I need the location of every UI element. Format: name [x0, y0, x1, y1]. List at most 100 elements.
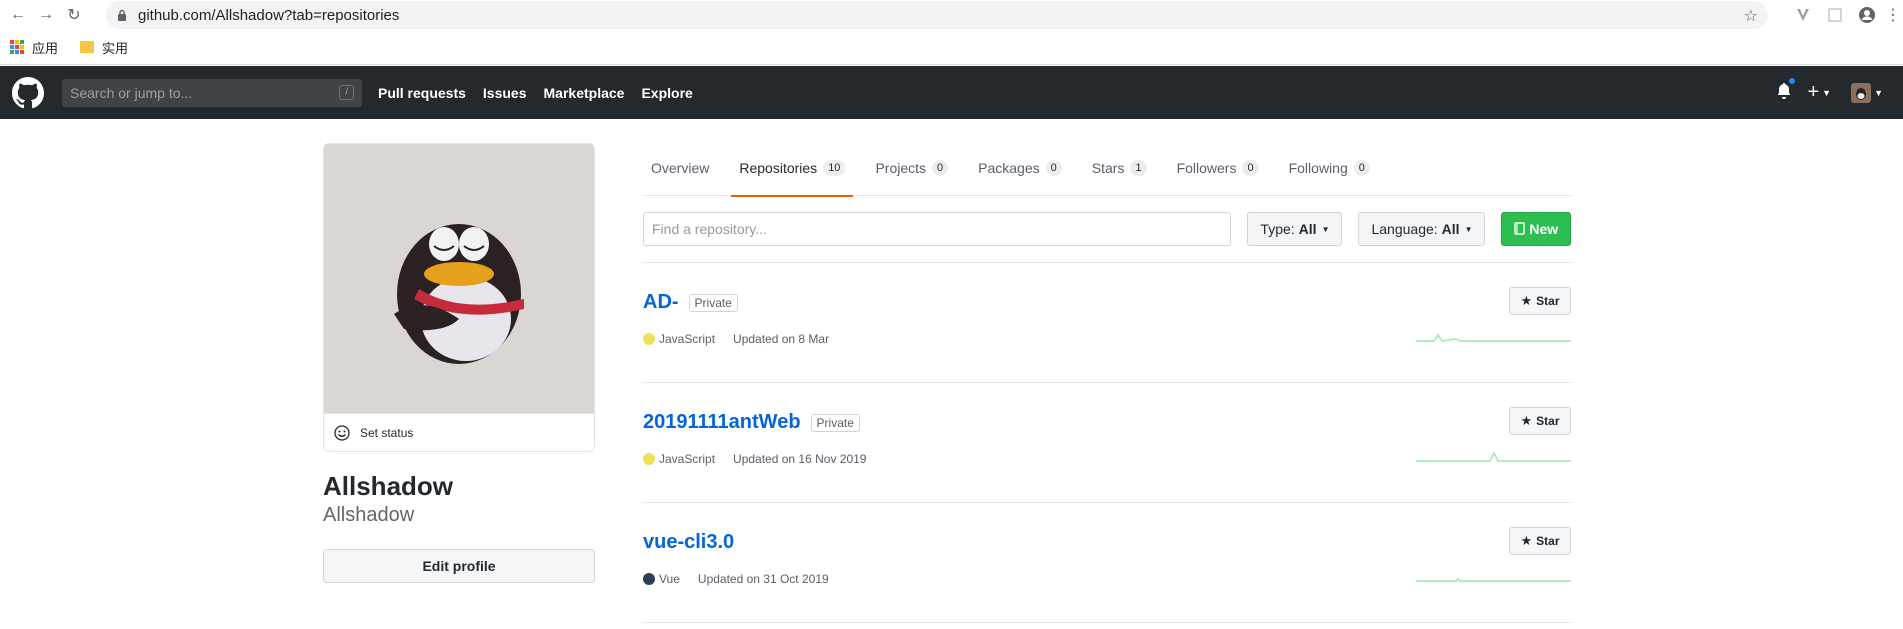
chevron-down-icon: ▼ — [1321, 224, 1330, 234]
folder-icon — [80, 41, 95, 53]
language-filter-select[interactable]: Language: All ▼ — [1358, 212, 1486, 246]
tab-stars[interactable]: Stars 1 — [1092, 143, 1147, 195]
star-icon: ★ — [1520, 533, 1533, 548]
user-menu[interactable]: ▼ — [1851, 82, 1883, 103]
activity-sparkline — [1416, 451, 1571, 462]
tab-counter: 10 — [823, 160, 846, 176]
tab-counter: 0 — [1242, 160, 1259, 176]
tab-label: Packages — [978, 160, 1040, 176]
github-search-input[interactable]: Search or jump to... / — [62, 78, 362, 107]
star-button[interactable]: ★ Star — [1509, 287, 1571, 315]
nav-explore[interactable]: Explore — [641, 85, 692, 101]
new-button-label: New — [1529, 221, 1559, 237]
language-color-dot — [643, 573, 655, 585]
tab-label: Followers — [1176, 160, 1237, 176]
tab-label: Overview — [651, 160, 710, 176]
bookmark-label: 应用 — [32, 40, 59, 56]
private-badge: Private — [688, 293, 738, 312]
repo-language: JavaScript — [659, 452, 716, 466]
account-icon[interactable] — [1851, 6, 1883, 24]
reload-icon[interactable]: ↻ — [64, 5, 84, 25]
forward-arrow-icon[interactable]: → — [36, 5, 56, 25]
nav-pull-requests[interactable]: Pull requests — [378, 85, 466, 101]
tab-label: Stars — [1091, 160, 1125, 176]
header-nav: Pull requests Issues Marketplace Explore — [378, 85, 710, 101]
type-filter-label: Type: — [1260, 221, 1295, 237]
profile-sidebar: Set status Allshadow Allshadow Edit prof… — [323, 143, 595, 583]
nav-issues[interactable]: Issues — [483, 85, 527, 101]
star-icon: ★ — [1520, 413, 1533, 428]
github-header: Search or jump to... / Pull requests Iss… — [0, 66, 1903, 119]
penguin-avatar-image — [394, 223, 524, 364]
repo-filter-bar: Find a repository... Type: All ▼ Languag… — [643, 212, 1571, 246]
star-icon: ★ — [1520, 293, 1533, 308]
repo-language: Vue — [659, 572, 680, 586]
menu-dots-icon[interactable]: ⋮ — [1883, 5, 1903, 25]
smiley-icon — [334, 424, 350, 441]
find-repository-input[interactable]: Find a repository... — [643, 212, 1232, 246]
type-filter-value: All — [1298, 221, 1317, 237]
activity-sparkline — [1416, 577, 1571, 582]
type-filter-select[interactable]: Type: All ▼ — [1247, 212, 1343, 246]
repo-updated: Updated on 16 Nov 2019 — [733, 452, 867, 466]
tab-packages[interactable]: Packages 0 — [978, 143, 1062, 195]
tab-following[interactable]: Following 0 — [1289, 143, 1370, 195]
notification-bell-icon[interactable] — [1777, 77, 1797, 102]
repo-list-item: AD- Private JavaScript Updated on 8 Mar … — [643, 263, 1571, 383]
bookmark-apps[interactable]: 应用 — [10, 38, 58, 57]
create-new-menu[interactable]: + ▼ — [1807, 81, 1831, 104]
private-badge: Private — [810, 413, 860, 432]
tab-followers[interactable]: Followers 0 — [1177, 143, 1259, 195]
star-button[interactable]: ★ Star — [1509, 527, 1571, 555]
tab-repositories[interactable]: Repositories 10 — [731, 143, 854, 197]
avatar — [1851, 82, 1872, 103]
language-color-dot — [643, 333, 655, 345]
repo-language: JavaScript — [659, 332, 716, 346]
repo-list-item: 20191111antWeb Private JavaScript Update… — [643, 383, 1571, 503]
language-filter-value: All — [1441, 221, 1460, 237]
search-placeholder: Search or jump to... — [70, 84, 193, 101]
tab-label: Repositories — [739, 160, 818, 176]
edit-profile-button[interactable]: Edit profile — [323, 548, 595, 583]
tab-counter: 0 — [1045, 160, 1062, 176]
lock-icon — [116, 8, 128, 22]
bookmark-star-icon[interactable]: ☆ — [1744, 6, 1758, 26]
extension-v-icon[interactable] — [1787, 8, 1819, 22]
bookmarks-bar: 应用 实用 — [0, 30, 1903, 65]
profile-full-name: Allshadow — [323, 471, 454, 501]
language-color-dot — [643, 453, 655, 465]
repo-name-link[interactable]: vue-cli3.0 — [643, 531, 734, 554]
nav-marketplace[interactable]: Marketplace — [544, 85, 625, 101]
repo-updated: Updated on 8 Mar — [733, 332, 830, 346]
address-bar[interactable]: github.com/Allshadow?tab=repositories ☆ — [106, 1, 1768, 29]
tab-label: Projects — [875, 160, 927, 176]
unread-dot — [1788, 77, 1797, 85]
extension-box-icon[interactable] — [1819, 8, 1851, 22]
tab-overview[interactable]: Overview — [651, 143, 709, 195]
browser-toolbar: ← → ↻ github.com/Allshadow?tab=repositor… — [0, 0, 1903, 30]
bookmark-folder[interactable]: 实用 — [80, 38, 128, 57]
back-arrow-icon[interactable]: ← — [8, 5, 28, 25]
language-filter-label: Language: — [1371, 221, 1438, 237]
repo-book-icon — [1514, 222, 1526, 235]
star-label: Star — [1536, 294, 1560, 308]
repo-name-link[interactable]: 20191111antWeb — [643, 411, 801, 434]
tab-projects[interactable]: Projects 0 — [875, 143, 949, 195]
profile-avatar[interactable] — [323, 143, 595, 413]
tab-counter: 0 — [932, 160, 949, 176]
repositories-main: Overview Repositories 10 Projects 0 Packag… — [643, 143, 1571, 623]
set-status-button[interactable]: Set status — [323, 413, 595, 452]
bookmark-label: 实用 — [102, 40, 129, 56]
github-logo-icon[interactable] — [12, 76, 44, 109]
star-button[interactable]: ★ Star — [1509, 407, 1571, 435]
slash-key-hint: / — [339, 85, 354, 100]
star-label: Star — [1536, 414, 1560, 428]
new-repository-button[interactable]: New — [1501, 212, 1571, 246]
chevron-down-icon: ▼ — [1464, 224, 1473, 234]
activity-sparkline — [1416, 333, 1571, 342]
profile-tabs: Overview Repositories 10 Projects 0 Packag… — [643, 143, 1571, 197]
tab-label: Following — [1288, 160, 1348, 176]
repo-list-item: vue-cli3.0 Vue Updated on 31 Oct 2019 ★ S… — [643, 503, 1571, 623]
apps-grid-icon — [10, 40, 24, 54]
repo-name-link[interactable]: AD- — [643, 291, 679, 314]
